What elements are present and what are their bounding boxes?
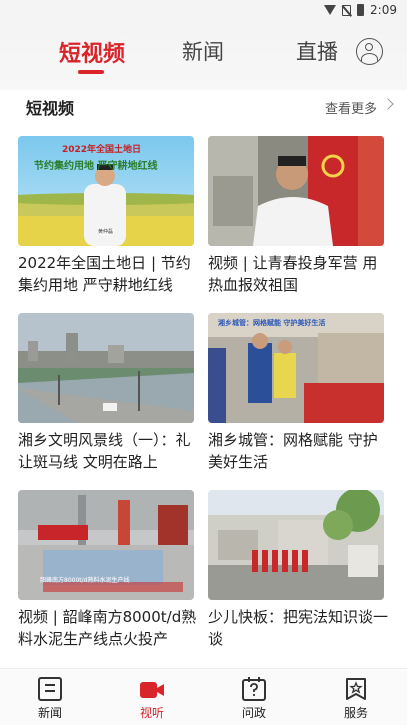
view-more-link[interactable]: 查看更多 (325, 98, 377, 117)
card-title[interactable]: 湘乡城管：网格赋能 守护美好生活 (208, 429, 388, 473)
card-title[interactable]: 湘乡文明风景线（一）：礼让斑马线 文明在路上 (18, 429, 198, 473)
tab-short-video[interactable]: 短视频 (59, 36, 125, 68)
active-tab-indicator (78, 70, 104, 74)
bottom-nav: 新闻 视听 问政 服务 (0, 668, 407, 725)
no-sim-icon (342, 4, 352, 16)
thumb-name-caption: 黄仲磊 (98, 229, 114, 235)
nav-label: 新闻 (37, 706, 62, 720)
video-thumbnail[interactable] (208, 136, 384, 246)
wifi-icon (324, 5, 337, 15)
card-title[interactable]: 视频 | 韶峰南方8000t/d熟料水泥生产线点火投产 (18, 606, 198, 650)
star-service-icon (346, 678, 366, 700)
thumb-caption: 韶峰南方8000t/d熟料水泥生产线 (40, 577, 130, 584)
question-calendar-icon (242, 677, 266, 701)
section-header: 短视频 查看更多 (0, 90, 407, 120)
chevron-right-icon[interactable] (382, 98, 394, 110)
video-thumbnail[interactable] (208, 313, 384, 423)
status-bar: 2:09 (0, 0, 407, 20)
video-thumbnail[interactable] (18, 313, 194, 423)
thumb-caption: 湘乡城管：网格赋能 守护美好生活 (218, 319, 326, 327)
thumb-subtitle: 节约集约用地 严守耕地红线 (34, 161, 158, 172)
card-title[interactable]: 少儿快板：把宪法知识谈一谈 (208, 606, 388, 650)
nav-item-service[interactable]: 服务 (326, 669, 386, 725)
nav-item-inquiry[interactable]: 问政 (224, 669, 284, 725)
battery-icon (357, 4, 365, 16)
card-title[interactable]: 2022年全国土地日 | 节约集约用地 严守耕地红线 (18, 252, 198, 296)
nav-label: 服务 (343, 706, 368, 720)
news-icon (38, 677, 62, 701)
nav-item-news[interactable]: 新闻 (20, 669, 80, 725)
video-thumbnail[interactable] (208, 490, 384, 600)
nav-label: 问政 (241, 706, 266, 720)
top-header: 短视频 新闻 直播 (0, 20, 407, 90)
nav-label: 视听 (139, 706, 164, 720)
card-title[interactable]: 视频 | 让青春投身军营 用热血报效祖国 (208, 252, 388, 296)
video-icon (140, 682, 164, 698)
tab-news[interactable]: 新闻 (182, 36, 224, 66)
section-title: 短视频 (26, 99, 75, 118)
thumb-caption: 2022年全国土地日 (62, 145, 142, 155)
status-time: 2:09 (370, 3, 397, 17)
nav-item-video[interactable]: 视听 (122, 669, 182, 725)
tab-live[interactable]: 直播 (296, 36, 338, 66)
user-profile-icon[interactable] (356, 38, 383, 65)
